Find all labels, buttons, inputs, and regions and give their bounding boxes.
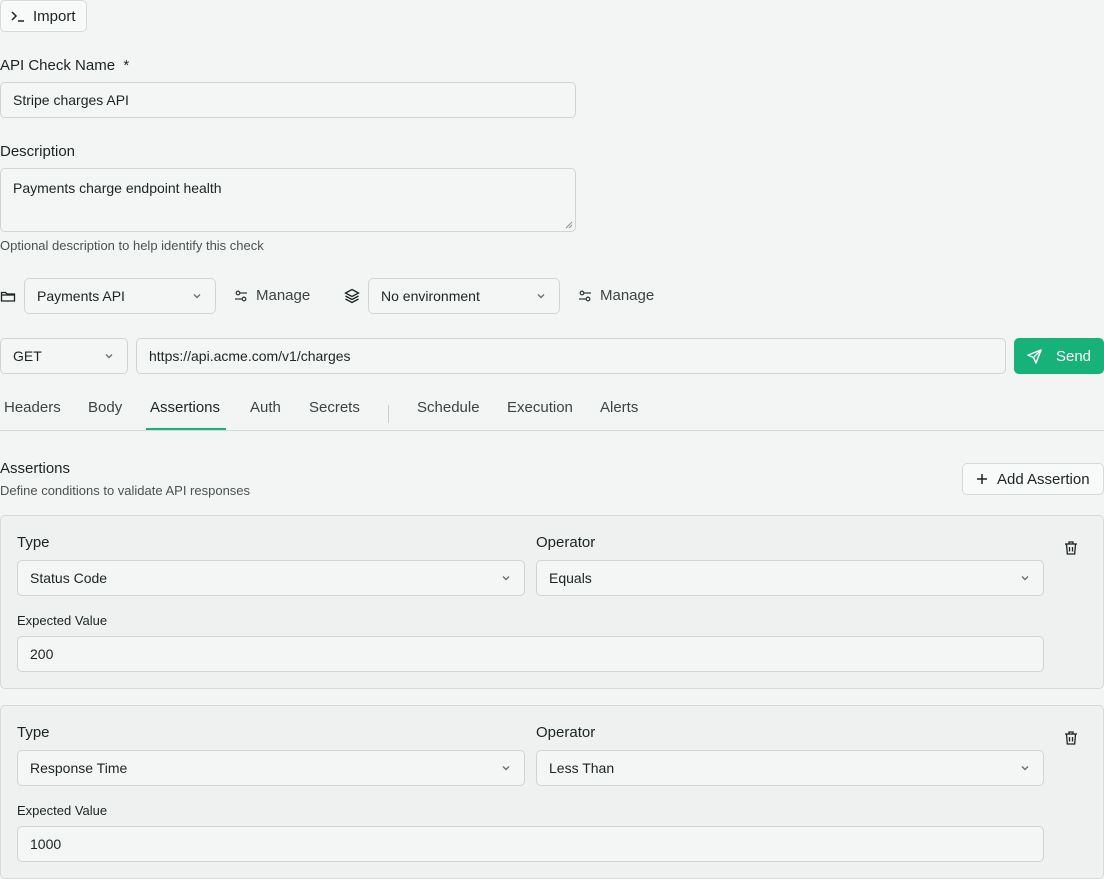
terminal-icon — [11, 9, 25, 23]
import-label: Import — [33, 7, 76, 25]
check-name-label: API Check Name * — [0, 57, 130, 74]
trash-icon[interactable] — [1063, 730, 1079, 746]
expected-value-label: Expected Value — [17, 803, 108, 818]
assertions-title: Assertions — [0, 460, 71, 477]
tab-divider — [388, 405, 389, 423]
send-button[interactable]: Send — [1014, 338, 1104, 374]
check-name-input[interactable]: Stripe charges API — [0, 82, 576, 118]
environment-select[interactable]: No environment — [368, 278, 560, 314]
expected-value-input[interactable]: 200 — [17, 636, 1044, 672]
manage-collections-button[interactable]: Manage — [234, 287, 310, 304]
add-assertion-button[interactable]: Add Assertion — [962, 463, 1104, 495]
layers-icon — [344, 288, 360, 304]
tab-schedule[interactable]: Schedule — [417, 399, 480, 416]
chevron-down-icon — [1021, 766, 1029, 771]
chevron-down-icon — [105, 354, 113, 359]
assertions-subtitle: Define conditions to validate API respon… — [0, 483, 251, 498]
chevron-down-icon — [502, 766, 510, 771]
assertion-card: Type Response Time Operator Less Than Ex… — [0, 705, 1104, 879]
send-icon — [1027, 348, 1042, 364]
tab-alerts[interactable]: Alerts — [600, 399, 638, 416]
type-label: Type — [17, 724, 50, 741]
assertion-type-select[interactable]: Response Time — [17, 750, 525, 786]
tab-body[interactable]: Body — [88, 399, 122, 416]
manage-environments-button[interactable]: Manage — [578, 287, 654, 304]
tab-assertions[interactable]: Assertions — [150, 399, 220, 416]
chevron-down-icon — [502, 576, 510, 581]
assertion-operator-select[interactable]: Equals — [536, 560, 1044, 596]
sliders-icon — [579, 290, 591, 301]
tab-headers[interactable]: Headers — [4, 399, 61, 416]
assertion-card: Type Status Code Operator Equals Expecte… — [0, 515, 1104, 689]
description-hint: Optional description to help identify th… — [0, 238, 264, 253]
trash-icon[interactable] — [1063, 540, 1079, 556]
assertion-type-select[interactable]: Status Code — [17, 560, 525, 596]
type-label: Type — [17, 534, 50, 551]
tabs-border — [0, 430, 1104, 431]
tab-secrets[interactable]: Secrets — [309, 399, 360, 416]
description-textarea[interactable]: Payments charge endpoint health — [0, 168, 576, 232]
tab-execution[interactable]: Execution — [507, 399, 573, 416]
expected-value-input[interactable]: 1000 — [17, 826, 1044, 862]
url-input[interactable]: https://api.acme.com/v1/charges — [136, 338, 1006, 374]
chevron-down-icon — [193, 294, 201, 299]
plus-icon — [977, 474, 987, 484]
sliders-icon — [235, 290, 247, 301]
chevron-down-icon — [1021, 576, 1029, 581]
assertion-operator-select[interactable]: Less Than — [536, 750, 1044, 786]
operator-label: Operator — [536, 534, 596, 551]
tab-auth[interactable]: Auth — [250, 399, 281, 416]
operator-label: Operator — [536, 724, 596, 741]
import-button[interactable]: Import — [0, 0, 87, 32]
chevron-down-icon — [537, 294, 545, 299]
required-mark: * — [123, 57, 130, 74]
expected-value-label: Expected Value — [17, 613, 108, 628]
description-label: Description — [0, 143, 76, 160]
folder-icon — [0, 288, 16, 304]
method-select[interactable]: GET — [0, 338, 128, 374]
collection-select[interactable]: Payments API — [24, 278, 216, 314]
